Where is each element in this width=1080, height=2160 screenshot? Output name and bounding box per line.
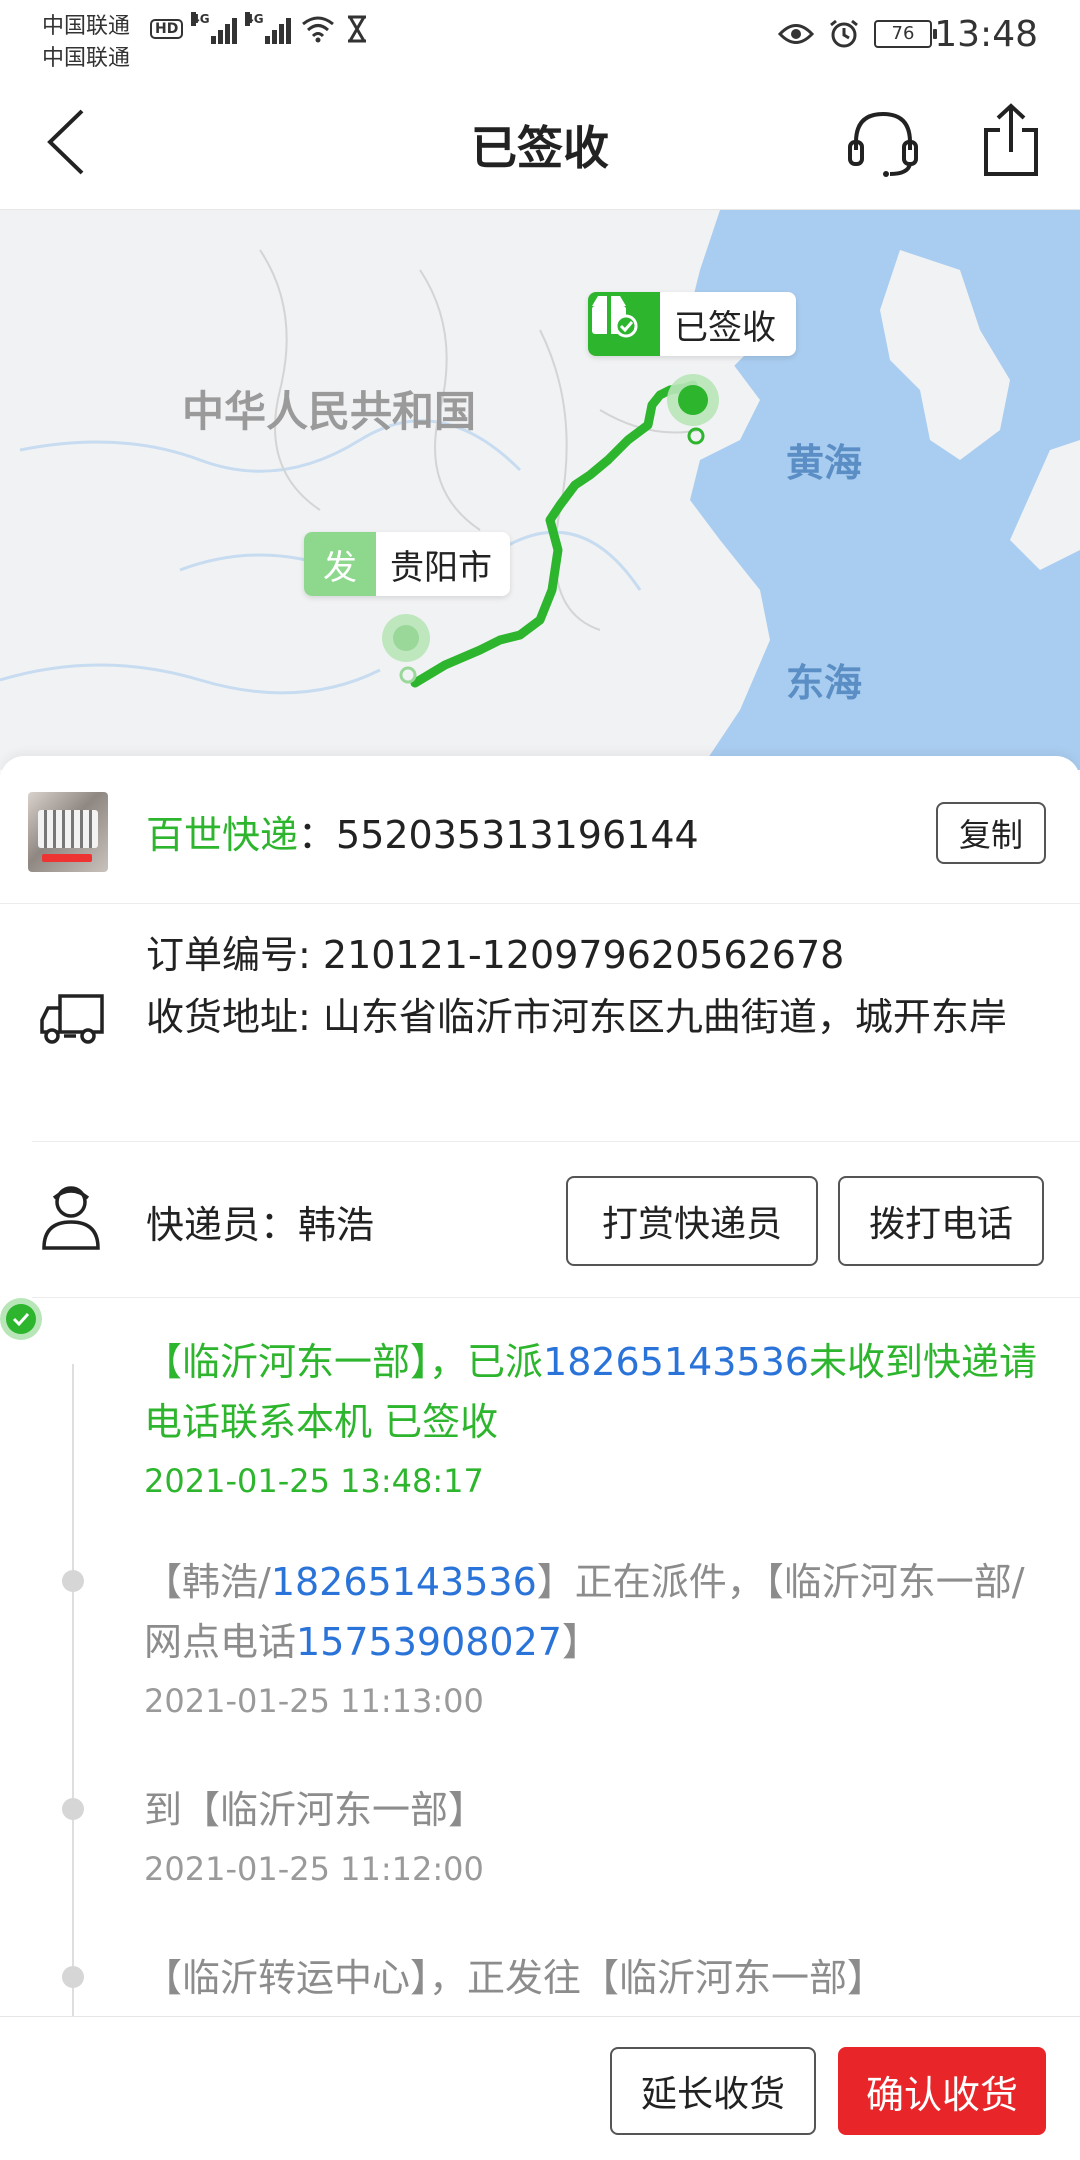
timeline-text-part: 】: [561, 1620, 600, 1664]
network-indicators: HD 4G 4G: [150, 12, 369, 44]
network-type-label-2: 4G: [245, 12, 264, 26]
package-check-icon: [588, 292, 660, 356]
address-line: 收货地址: 山东省临沂市河东区九曲街道，城开东岸: [146, 986, 1066, 1048]
truck-icon: [40, 994, 104, 1044]
timeline-item: 【临沂河东一部】，已派18265143536未收到快递请电话联系本机 已签收 2…: [0, 1298, 1080, 1500]
destination-bubble: 已签收: [588, 292, 796, 356]
delivery-address: 山东省临沂市河东区九曲街道，城开东岸: [322, 995, 1007, 1039]
share-button[interactable]: [978, 102, 1044, 178]
signal-icon-2: 4G: [245, 12, 292, 44]
courier-row: 快递员：韩浩 打赏快递员 拨打电话: [32, 1142, 1080, 1298]
eye-icon: [778, 24, 814, 44]
timeline-time: 2021-01-25 13:48:17: [144, 1462, 484, 1500]
timeline-line: [72, 1364, 74, 2016]
share-icon: [984, 103, 1038, 176]
origin-tag: 发: [304, 532, 376, 596]
timeline-text: 【韩浩/18265143536】正在派件，【临沂河东一部/网点电话1575390…: [144, 1552, 1044, 1672]
timeline-text-part: 【韩浩/: [144, 1560, 271, 1604]
alarm-icon: [830, 19, 858, 48]
call-courier-button[interactable]: 拨打电话: [838, 1176, 1044, 1266]
order-number-line: 订单编号: 210121-120979620562678: [146, 924, 1066, 986]
status-right-icons: 76: [778, 18, 937, 50]
origin-city-label: 贵阳市: [390, 547, 492, 588]
wifi-icon: [302, 16, 335, 43]
courier-label: 快递员：: [146, 1203, 299, 1247]
hd-icon: HD: [150, 19, 184, 39]
carrier-label-1: 中国联通: [42, 14, 131, 39]
tracking-separator: ：: [298, 813, 337, 857]
order-details: 订单编号: 210121-120979620562678 收货地址: 山东省临沂…: [146, 924, 1066, 1048]
customer-service-button[interactable]: [846, 108, 920, 178]
phone-link[interactable]: 18265143536: [543, 1340, 809, 1384]
address-label: 收货地址:: [146, 995, 323, 1039]
phone-link[interactable]: 18265143536: [271, 1560, 537, 1604]
timeline-dot: [62, 1570, 84, 1592]
tracking-number: 552035313196144: [336, 813, 699, 857]
route-map[interactable]: 中华人民共和国 黄海 东海 已签收 发 贵阳市: [0, 210, 1080, 770]
timeline-time: 2021-01-25 11:12:00: [144, 1850, 484, 1888]
tracking-timeline: 【临沂河东一部】，已派18265143536未收到快递请电话联系本机 已签收 2…: [0, 1298, 1080, 2016]
map-canvas: [0, 210, 1080, 770]
check-circle-icon: [0, 1298, 42, 1340]
timeline-time: 2021-01-25 11:13:00: [144, 1682, 484, 1720]
headset-icon: [848, 111, 918, 177]
confirm-receipt-button[interactable]: 确认收货: [838, 2047, 1046, 2135]
status-bar: 中国联通 中国联通 HD 4G 4G 76 13:48: [0, 0, 1080, 74]
courier-label-line: 快递员：韩浩: [146, 1194, 374, 1249]
courier-company: 百世快递: [146, 813, 299, 857]
timeline-text: 【临沂河东一部】，已派18265143536未收到快递请电话联系本机 已签收: [144, 1332, 1044, 1452]
courier-name: 韩浩: [298, 1203, 375, 1247]
order-info-row: 订单编号: 210121-120979620562678 收货地址: 山东省临沂…: [32, 904, 1080, 1142]
order-number: 210121-120979620562678: [322, 933, 845, 977]
bottom-action-bar: 延长收货 确认收货: [0, 2016, 1080, 2160]
top-nav-bar: 已签收: [0, 74, 1080, 210]
timeline-text: 【临沂转运中心】，正发往【临沂河东一部】: [144, 1956, 886, 2000]
order-number-label: 订单编号:: [146, 933, 323, 977]
carrier-label-2: 中国联通: [42, 46, 131, 71]
hourglass-icon: [348, 15, 367, 43]
extend-receipt-button[interactable]: 延长收货: [610, 2047, 816, 2135]
phone-link[interactable]: 15753908027: [296, 1620, 562, 1664]
signal-icon: 4G: [191, 12, 238, 44]
destination-status-label: 已签收: [674, 307, 776, 348]
tracking-line: 百世快递：552035313196144: [146, 804, 699, 859]
person-icon: [42, 1186, 100, 1250]
shipment-card: 百世快递：552035313196144 复制 订单编号: 210121-120…: [0, 756, 1080, 2016]
timeline-dot: [62, 1798, 84, 1820]
map-sea-label-yellow: 黄海: [786, 441, 863, 485]
tracking-row: 百世快递：552035313196144 复制: [0, 756, 1080, 904]
origin-bubble: 发 贵阳市: [304, 532, 510, 596]
product-thumbnail[interactable]: [28, 792, 108, 872]
battery-icon: 76: [874, 20, 937, 48]
timeline-text-part: 【临沂河东一部】，已派: [144, 1340, 544, 1384]
clock: 13:48: [934, 14, 1038, 55]
copy-button[interactable]: 复制: [936, 802, 1046, 864]
network-type-label: 4G: [191, 12, 210, 26]
timeline-text: 到【临沂河东一部】: [144, 1788, 487, 1832]
tip-courier-button[interactable]: 打赏快递员: [566, 1176, 818, 1266]
timeline-dot: [62, 1966, 84, 1988]
map-country-label: 中华人民共和国: [182, 387, 477, 436]
map-sea-label-east: 东海: [786, 661, 863, 705]
